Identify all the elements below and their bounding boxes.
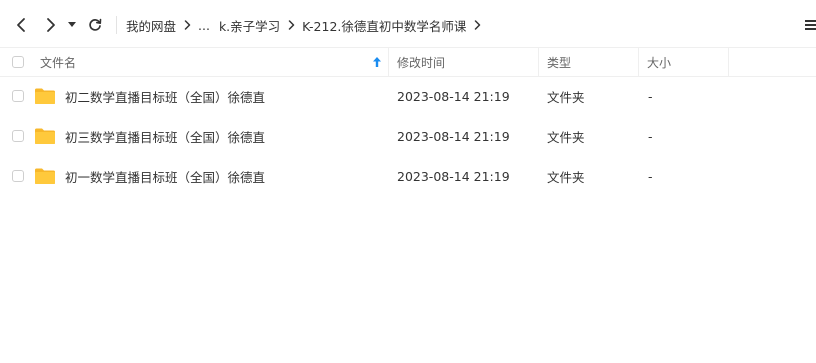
column-divider[interactable] [728, 48, 729, 76]
sort-ascending-icon[interactable] [373, 48, 381, 76]
folder-icon [35, 128, 55, 144]
column-header-modified[interactable]: 修改时间 [397, 48, 445, 76]
select-all-checkbox[interactable] [12, 56, 24, 68]
breadcrumb-separator-icon [280, 20, 302, 30]
breadcrumb-separator-icon [176, 20, 198, 30]
file-type: 文件夹 [547, 169, 585, 185]
forward-button[interactable] [40, 14, 62, 36]
chevron-right-icon [47, 18, 55, 32]
file-modified: 2023-08-14 21:19 [397, 128, 510, 144]
breadcrumb: 我的网盘 ... k.亲子学习 K-212.徐德直初中数学名师课 [126, 16, 488, 34]
breadcrumb-root[interactable]: 我的网盘 [126, 16, 176, 35]
file-name[interactable]: 初一数学直播目标班（全国）徐德直 [65, 156, 265, 196]
column-divider[interactable] [638, 48, 639, 76]
file-modified: 2023-08-14 21:19 [397, 168, 510, 184]
file-type: 文件夹 [547, 89, 585, 105]
file-list-header: 文件名 修改时间 类型 大小 [0, 47, 816, 77]
folder-icon [35, 168, 55, 184]
row-checkbox[interactable] [12, 170, 24, 182]
list-menu-icon[interactable] [805, 19, 816, 30]
back-button[interactable] [10, 14, 32, 36]
column-divider[interactable] [538, 48, 539, 76]
toolbar-divider [116, 16, 117, 34]
breadcrumb-separator-icon [466, 20, 488, 30]
refresh-icon [89, 18, 102, 31]
folder-icon [35, 88, 55, 104]
breadcrumb-ellipsis[interactable]: ... [198, 18, 210, 33]
column-header-type[interactable]: 类型 [547, 48, 571, 76]
file-type: 文件夹 [547, 129, 585, 145]
file-name[interactable]: 初三数学直播目标班（全国）徐德直 [65, 116, 265, 156]
refresh-button[interactable] [84, 14, 106, 36]
file-size: - [648, 88, 653, 104]
table-row[interactable]: 初三数学直播目标班（全国）徐德直 2023-08-14 21:19 文件夹 - [0, 116, 816, 156]
caret-down-icon [68, 22, 76, 27]
chevron-left-icon [17, 18, 25, 32]
table-row[interactable]: 初二数学直播目标班（全国）徐德直 2023-08-14 21:19 文件夹 - [0, 76, 816, 116]
column-divider[interactable] [388, 48, 389, 76]
history-dropdown-button[interactable] [63, 14, 81, 36]
breadcrumb-current[interactable]: K-212.徐德直初中数学名师课 [302, 16, 466, 35]
row-checkbox[interactable] [12, 90, 24, 102]
column-header-name[interactable]: 文件名 [40, 48, 76, 76]
row-checkbox[interactable] [12, 130, 24, 142]
toolbar: 我的网盘 ... k.亲子学习 K-212.徐德直初中数学名师课 [0, 0, 816, 47]
file-size: - [648, 168, 653, 184]
file-size: - [648, 128, 653, 144]
file-modified: 2023-08-14 21:19 [397, 88, 510, 104]
table-row[interactable]: 初一数学直播目标班（全国）徐德直 2023-08-14 21:19 文件夹 - [0, 156, 816, 196]
breadcrumb-level1[interactable]: k.亲子学习 [219, 16, 280, 35]
file-name[interactable]: 初二数学直播目标班（全国）徐德直 [65, 76, 265, 116]
column-header-size[interactable]: 大小 [647, 48, 671, 76]
